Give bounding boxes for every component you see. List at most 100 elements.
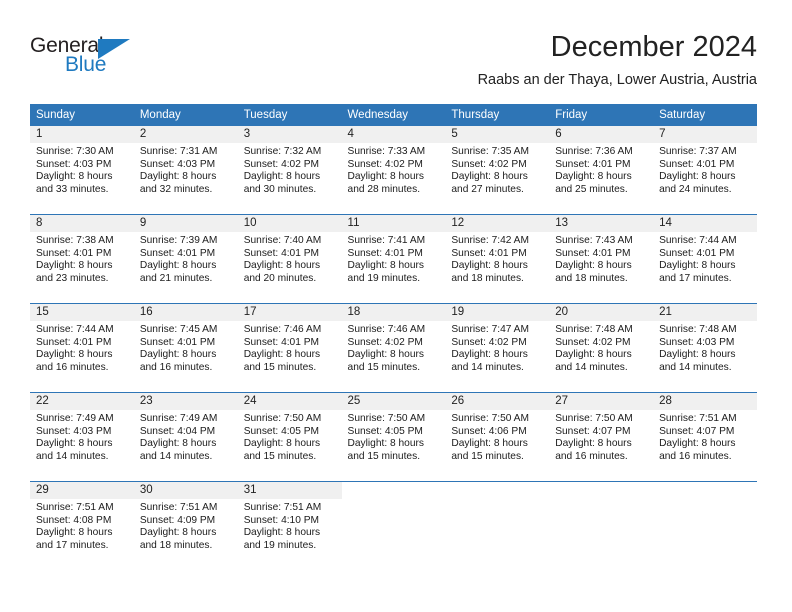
day-number: 28 [653, 393, 757, 410]
day-cell[interactable]: 20 Sunrise: 7:48 AM Sunset: 4:02 PM Dayligh… [549, 304, 654, 392]
day-cell[interactable]: 14 Sunrise: 7:44 AM Sunset: 4:01 PM Dayligh… [653, 215, 757, 303]
day-cell[interactable]: 23 Sunrise: 7:49 AM Sunset: 4:04 PM Dayligh… [133, 393, 238, 481]
day-detail-line: and 16 minutes. [555, 450, 628, 462]
day-details [549, 499, 653, 502]
day-detail-line: Sunrise: 7:51 AM [36, 502, 114, 513]
day-detail-line: Sunrise: 7:51 AM [243, 502, 322, 513]
day-cell[interactable]: 31 Sunrise: 7:51 AM Sunset: 4:10 PM Dayligh… [237, 482, 342, 570]
day-detail-line: and 16 minutes. [139, 361, 213, 373]
weekday-header-thursday: Thursday [451, 109, 500, 121]
day-number: 22 [30, 393, 134, 410]
day-detail-line: Sunset: 4:01 PM [555, 247, 631, 259]
day-number: 7 [653, 126, 757, 143]
day-detail-line: Daylight: 8 hours [555, 171, 632, 183]
day-cell[interactable]: 25 Sunrise: 7:50 AM Sunset: 4:05 PM Dayligh… [341, 393, 446, 481]
day-number: 19 [445, 304, 550, 321]
day-cell[interactable]: 5 Sunrise: 7:35 AM Sunset: 4:02 PM Daylight… [445, 126, 550, 214]
day-cell[interactable]: 2 Sunrise: 7:31 AM Sunset: 4:03 PM Daylight… [133, 126, 238, 214]
day-detail-line: and 16 minutes. [659, 450, 732, 462]
calendar-grid: Sunday Monday Tuesday Wednesday Thursday Frid… [30, 104, 757, 570]
day-detail-line: Sunrise: 7:48 AM [555, 324, 633, 335]
day-detail-line: Sunset: 4:01 PM [36, 336, 112, 348]
day-cell[interactable]: 15 Sunrise: 7:44 AM Sunset: 4:01 PM Dayligh… [30, 304, 134, 392]
day-detail-line: Sunset: 4:05 PM [243, 425, 320, 437]
day-detail-line: Sunset: 4:10 PM [243, 514, 320, 526]
day-cell[interactable]: 30 Sunrise: 7:51 AM Sunset: 4:09 PM Dayligh… [133, 482, 238, 570]
day-cell[interactable]: 24 Sunrise: 7:50 AM Sunset: 4:05 PM Dayligh… [237, 393, 342, 481]
day-cell[interactable]: 21 Sunrise: 7:48 AM Sunset: 4:03 PM Dayligh… [653, 304, 757, 392]
day-cell[interactable]: 22 Sunrise: 7:49 AM Sunset: 4:03 PM Dayligh… [30, 393, 134, 481]
day-number: 11 [341, 215, 446, 232]
day-details: Sunrise: 7:50 AM Sunset: 4:06 PM Daylight:… [445, 410, 549, 463]
day-detail-line: and 18 minutes. [555, 272, 628, 284]
day-number: 9 [133, 215, 238, 232]
day-number: 20 [549, 304, 654, 321]
day-details: Sunrise: 7:50 AM Sunset: 4:05 PM Daylight:… [238, 410, 342, 463]
day-cell[interactable]: 26 Sunrise: 7:50 AM Sunset: 4:06 PM Dayligh… [445, 393, 550, 481]
day-cell[interactable]: 27 Sunrise: 7:50 AM Sunset: 4:07 PM Dayligh… [549, 393, 654, 481]
day-detail-line: Daylight: 8 hours [36, 527, 113, 539]
day-cell[interactable]: 6 Sunrise: 7:36 AM Sunset: 4:01 PM Daylight… [549, 126, 654, 214]
day-number: 23 [133, 393, 238, 410]
day-detail-line: Sunset: 4:01 PM [243, 247, 320, 259]
day-cell[interactable]: 9 Sunrise: 7:39 AM Sunset: 4:01 PM Daylight… [133, 215, 238, 303]
logo[interactable]: General Blue [30, 34, 150, 80]
weekday-header-saturday: Saturday [659, 109, 706, 121]
day-cell[interactable]: 12 Sunrise: 7:42 AM Sunset: 4:01 PM Dayligh… [445, 215, 550, 303]
day-detail-line: Sunrise: 7:45 AM [139, 324, 218, 335]
day-detail-line: and 14 minutes. [555, 361, 628, 373]
day-detail-line: Daylight: 8 hours [36, 349, 113, 361]
day-details: Sunrise: 7:44 AM Sunset: 4:01 PM Daylight:… [30, 321, 134, 374]
day-cell[interactable]: 3 Sunrise: 7:32 AM Sunset: 4:02 PM Daylight… [237, 126, 342, 214]
day-number: 31 [237, 482, 342, 499]
day-details: Sunrise: 7:37 AM Sunset: 4:01 PM Daylight:… [653, 143, 757, 196]
day-cell[interactable]: 19 Sunrise: 7:47 AM Sunset: 4:02 PM Dayligh… [445, 304, 550, 392]
day-cell[interactable]: 11 Sunrise: 7:41 AM Sunset: 4:01 PM Dayligh… [341, 215, 446, 303]
day-details: Sunrise: 7:35 AM Sunset: 4:02 PM Daylight:… [445, 143, 549, 196]
day-number: 29 [30, 482, 134, 499]
day-detail-line: and 15 minutes. [243, 450, 317, 462]
day-detail-line: Sunset: 4:05 PM [347, 425, 423, 437]
day-cell[interactable]: 16 Sunrise: 7:45 AM Sunset: 4:01 PM Dayligh… [133, 304, 238, 392]
day-details: Sunrise: 7:43 AM Sunset: 4:01 PM Daylight:… [549, 232, 653, 285]
day-number: 27 [549, 393, 654, 410]
day-detail-line: and 18 minutes. [139, 539, 213, 551]
day-detail-line: Daylight: 8 hours [139, 260, 217, 272]
day-cell[interactable]: 29 Sunrise: 7:51 AM Sunset: 4:08 PM Dayligh… [30, 482, 134, 570]
day-detail-line: Daylight: 8 hours [139, 527, 217, 539]
day-cell[interactable]: 4 Sunrise: 7:33 AM Sunset: 4:02 PM Daylight… [341, 126, 446, 214]
day-detail-line: and 23 minutes. [36, 272, 109, 284]
day-cell[interactable]: 13 Sunrise: 7:43 AM Sunset: 4:01 PM Dayligh… [549, 215, 654, 303]
day-cell[interactable]: 10 Sunrise: 7:40 AM Sunset: 4:01 PM Dayligh… [237, 215, 342, 303]
day-number: 5 [445, 126, 550, 143]
week-row: 1 Sunrise: 7:30 AM Sunset: 4:03 PM Daylight… [30, 126, 757, 214]
day-cell[interactable]: 18 Sunrise: 7:46 AM Sunset: 4:02 PM Dayligh… [341, 304, 446, 392]
day-cell[interactable]: 8 Sunrise: 7:38 AM Sunset: 4:01 PM Daylight… [30, 215, 134, 303]
day-details: Sunrise: 7:51 AM Sunset: 4:10 PM Daylight:… [238, 499, 342, 552]
day-cell[interactable]: 17 Sunrise: 7:46 AM Sunset: 4:01 PM Dayligh… [237, 304, 342, 392]
day-cell[interactable]: 1 Sunrise: 7:30 AM Sunset: 4:03 PM Daylight… [30, 126, 134, 214]
day-detail-line: Sunset: 4:01 PM [659, 158, 735, 170]
day-detail-line: Sunset: 4:09 PM [139, 514, 216, 526]
day-detail-line: and 17 minutes. [659, 272, 732, 284]
day-details: Sunrise: 7:49 AM Sunset: 4:04 PM Daylight:… [134, 410, 238, 463]
day-detail-line: Sunset: 4:01 PM [451, 247, 527, 259]
day-detail-line: and 25 minutes. [555, 183, 628, 195]
day-number: 14 [653, 215, 757, 232]
weekday-header-friday: Friday [555, 109, 588, 121]
day-detail-line: Sunrise: 7:46 AM [347, 324, 426, 335]
day-detail-line: and 28 minutes. [347, 183, 421, 195]
day-detail-line: and 19 minutes. [243, 539, 317, 551]
day-number [341, 482, 446, 499]
calendar-page: General Blue December 2024 Raabs an der … [0, 0, 792, 612]
weekday-header-wednesday: Wednesday [347, 109, 409, 121]
day-detail-line: Daylight: 8 hours [347, 349, 424, 361]
day-detail-line: Sunset: 4:03 PM [36, 425, 112, 437]
page-title: December 2024 [550, 31, 757, 63]
day-detail-line: and 19 minutes. [347, 272, 421, 284]
day-detail-line: and 15 minutes. [347, 361, 421, 373]
day-number [549, 482, 654, 499]
day-detail-line: Daylight: 8 hours [451, 438, 528, 450]
day-cell[interactable]: 28 Sunrise: 7:51 AM Sunset: 4:07 PM Dayligh… [653, 393, 757, 481]
day-cell[interactable]: 7 Sunrise: 7:37 AM Sunset: 4:01 PM Daylight… [653, 126, 757, 214]
